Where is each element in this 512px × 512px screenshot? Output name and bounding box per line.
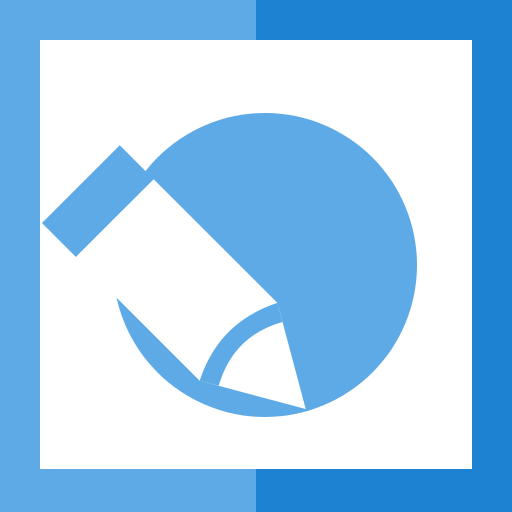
edit-pencil-app-icon [0,0,512,512]
app-icon [0,0,512,512]
